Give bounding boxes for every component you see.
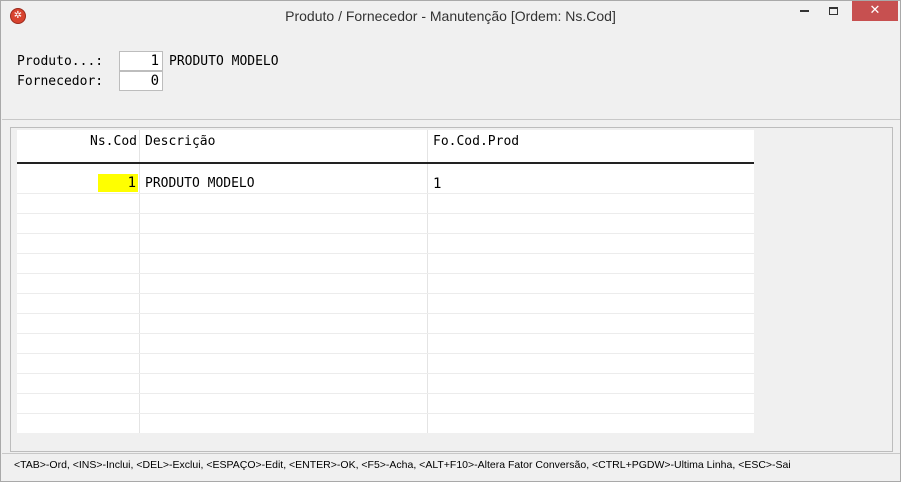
produto-name: PRODUTO MODELO xyxy=(169,54,279,69)
row-divider xyxy=(17,233,754,234)
cell-fo-cod-prod[interactable]: 1 xyxy=(433,175,441,193)
row-divider xyxy=(17,353,754,354)
produto-label: Produto...: xyxy=(17,54,104,69)
close-button[interactable]: ✕ xyxy=(852,1,898,21)
minimize-icon xyxy=(800,10,809,12)
app-window: ✲ Produto / Fornecedor - Manutenção [Ord… xyxy=(0,0,901,482)
row-divider xyxy=(17,313,754,314)
column-header-descricao[interactable]: Descrição xyxy=(145,134,215,149)
status-bar: <TAB>-Ord, <INS>-Inclui, <DEL>-Exclui, <… xyxy=(2,453,900,481)
maximize-button[interactable] xyxy=(820,1,847,21)
cell-ns-cod[interactable]: 1 xyxy=(98,174,138,192)
fornecedor-field[interactable]: 0 xyxy=(119,71,163,91)
minimize-button[interactable] xyxy=(790,1,820,21)
column-header-ns-cod[interactable]: Ns.Cod xyxy=(17,134,137,149)
column-header-fo-cod-prod[interactable]: Fo.Cod.Prod xyxy=(433,134,519,149)
row-divider xyxy=(17,413,754,414)
grid-panel: Ns.Cod Descrição Fo.Cod.Prod 1 PRODUTO M… xyxy=(10,127,893,452)
row-divider xyxy=(17,373,754,374)
cell-descricao[interactable]: PRODUTO MODELO xyxy=(145,175,255,193)
header-divider xyxy=(17,162,754,164)
row-divider xyxy=(17,213,754,214)
row-divider xyxy=(17,273,754,274)
row-divider xyxy=(17,293,754,294)
close-icon: ✕ xyxy=(869,3,881,18)
row-divider xyxy=(17,193,754,194)
produto-field[interactable]: 1 xyxy=(119,51,163,71)
column-divider xyxy=(139,130,140,433)
title-bar[interactable]: ✲ Produto / Fornecedor - Manutenção [Ord… xyxy=(1,1,900,32)
column-divider xyxy=(427,130,428,433)
window-title: Produto / Fornecedor - Manutenção [Ordem… xyxy=(285,8,616,24)
header-panel: Produto...: 1 PRODUTO MODELO Fornecedor:… xyxy=(2,32,900,120)
maximize-icon xyxy=(829,7,838,15)
data-grid[interactable]: Ns.Cod Descrição Fo.Cod.Prod 1 PRODUTO M… xyxy=(17,130,754,433)
fornecedor-label: Fornecedor: xyxy=(17,74,104,89)
row-divider xyxy=(17,253,754,254)
row-divider xyxy=(17,393,754,394)
shortcut-hints: <TAB>-Ord, <INS>-Inclui, <DEL>-Exclui, <… xyxy=(14,459,791,471)
row-divider xyxy=(17,333,754,334)
